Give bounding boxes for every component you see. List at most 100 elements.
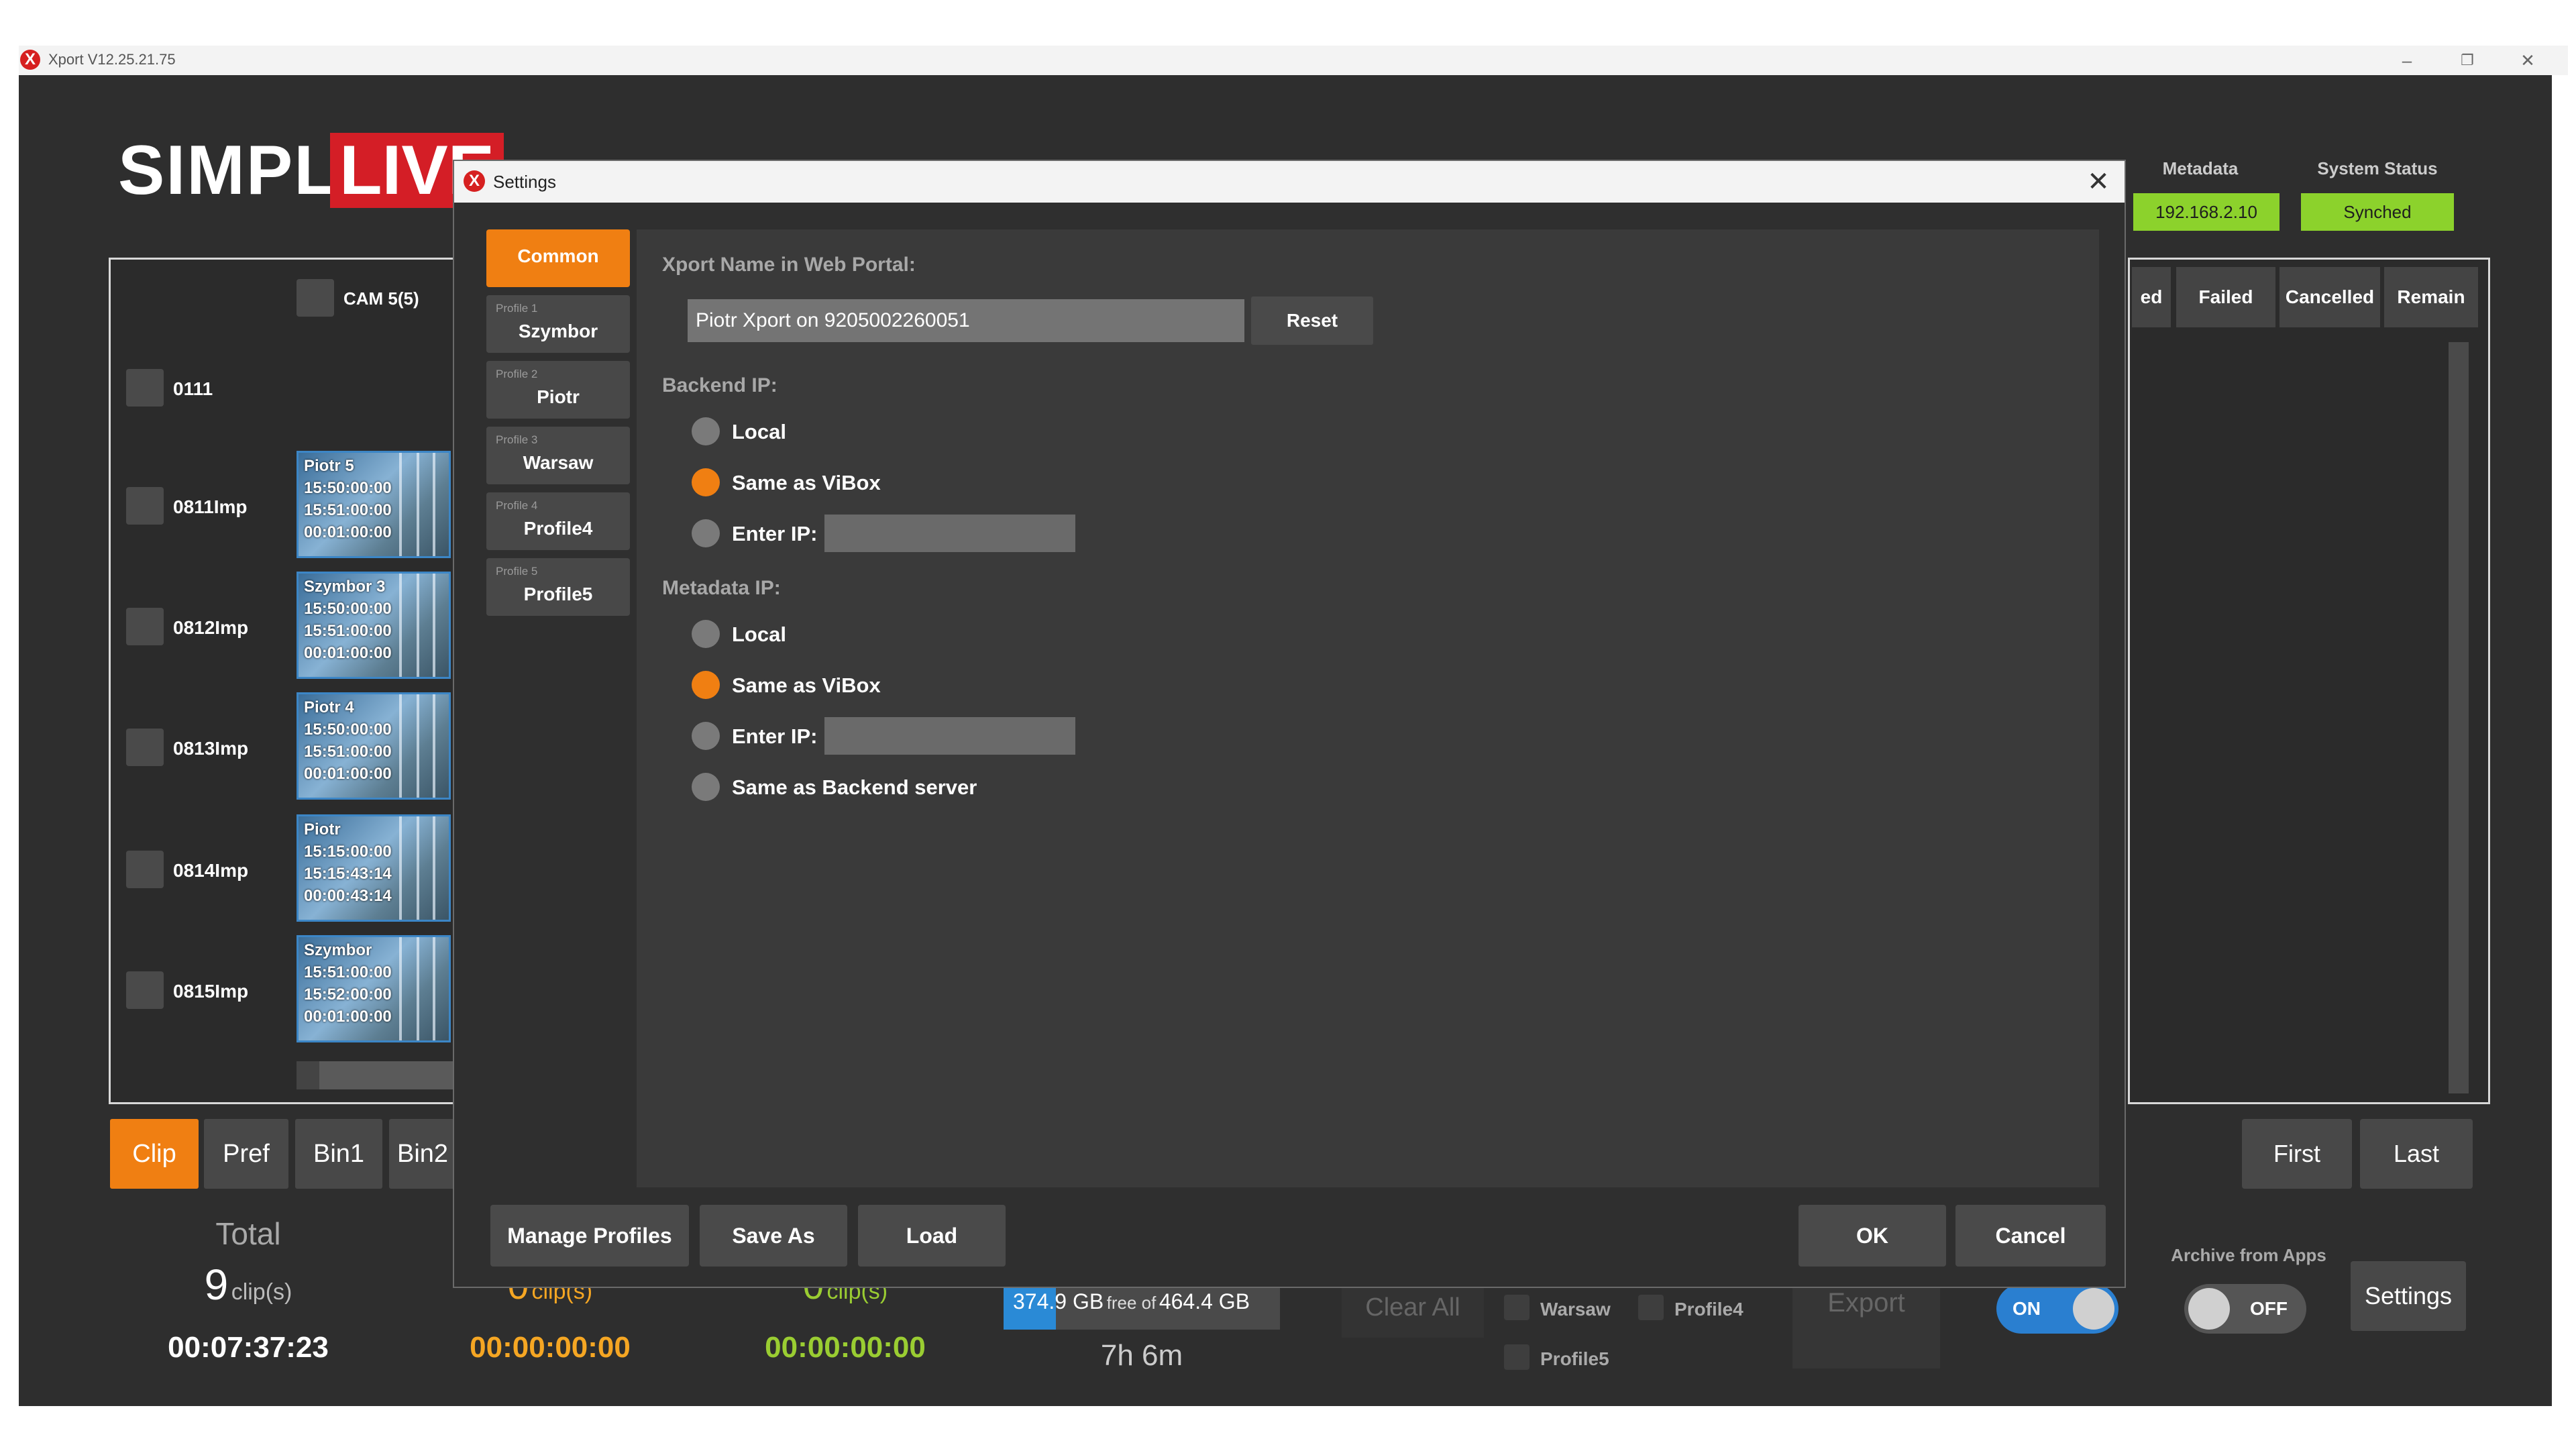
row-label: 0111: [173, 378, 213, 399]
profile-tab-name: Warsaw: [523, 452, 594, 473]
row-checkbox[interactable]: [126, 851, 164, 888]
clip-thumbnail[interactable]: Piotr 4 15:50:00:00 15:51:00:00 00:01:00:00: [297, 692, 451, 800]
clip-thumbnail[interactable]: Szymbor 3 15:50:00:00 15:51:00:00 00:01:00:…: [297, 572, 451, 679]
xport-name-input[interactable]: [688, 299, 1244, 342]
system-status-badge: Synched: [2301, 193, 2454, 231]
tab-clip[interactable]: Clip: [110, 1119, 199, 1189]
storage-text: 374.9 GB free of 464.4 GB: [1013, 1289, 1250, 1314]
row-label: 0813Imp: [173, 738, 249, 759]
storage-total: 464.4 GB: [1159, 1289, 1250, 1313]
clip-thumbnail[interactable]: Szymbor 15:51:00:00 15:52:00:00 00:01:00:00: [297, 935, 451, 1042]
export-on-toggle[interactable]: ON: [1996, 1284, 2118, 1334]
scroll-left-arrow-icon[interactable]: [297, 1061, 319, 1089]
row-checkbox[interactable]: [126, 729, 164, 766]
xport-logo-icon: X: [20, 50, 40, 70]
metadata-ip-label: Metadata IP:: [662, 577, 781, 599]
clip-dur: 00:01:00:00: [304, 1008, 392, 1026]
profile-tab-profile5[interactable]: Profile 5 Profile5: [486, 558, 630, 616]
storage-time-remaining: 7h 6m: [1100, 1339, 1183, 1372]
metadata-ip-option-label: Enter IP:: [732, 724, 818, 748]
thumbnail-image-detail: [433, 453, 435, 556]
thumbnail-image-detail: [433, 937, 435, 1040]
settings-button[interactable]: Settings: [2351, 1261, 2466, 1331]
last-button[interactable]: Last: [2360, 1119, 2473, 1189]
metadata-ip-radio[interactable]: [692, 671, 720, 699]
metadata-ip-option-label: Same as Backend server: [732, 775, 977, 799]
metadata-ip-radio[interactable]: [692, 722, 720, 750]
profile5-checkbox[interactable]: [1504, 1344, 1529, 1370]
close-dialog-button[interactable]: ✕: [2082, 165, 2115, 199]
settings-dialog: X Settings ✕ Common Profile 1 Szymbor Profi…: [453, 160, 2126, 1288]
first-button[interactable]: First: [2242, 1119, 2352, 1189]
archive-from-apps-label: Archive from Apps: [2171, 1245, 2326, 1265]
total-count-unit: clip(s): [231, 1279, 292, 1305]
backend-ip-option-label: Enter IP:: [732, 522, 818, 545]
total-label: Total: [215, 1216, 281, 1251]
total-count: 9: [204, 1260, 229, 1309]
dialog-title-bar: X Settings ✕: [454, 161, 2125, 203]
toggle-on-label: ON: [2012, 1298, 2041, 1319]
restore-button[interactable]: ❐: [2447, 47, 2487, 74]
row-checkbox[interactable]: [126, 971, 164, 1009]
clip-name: Piotr 4: [304, 698, 354, 716]
minimize-button[interactable]: –: [2387, 47, 2427, 74]
cancel-button[interactable]: Cancel: [1955, 1205, 2106, 1267]
camera-checkbox[interactable]: [297, 279, 334, 317]
window-title: Xport V12.25.21.75: [48, 51, 176, 68]
clip-out: 15:15:43:14: [304, 865, 392, 883]
backend-ip-option-label: Local: [732, 420, 786, 443]
total-count-line: 9 clip(s): [134, 1260, 362, 1309]
profile4-checkbox[interactable]: [1638, 1295, 1664, 1320]
clip-out: 15:51:00:00: [304, 743, 392, 761]
metadata-ip-ip-input[interactable]: [824, 717, 1075, 755]
manage-profiles-button[interactable]: Manage Profiles: [490, 1205, 689, 1267]
warsaw-checkbox[interactable]: [1504, 1295, 1529, 1320]
save-as-button[interactable]: Save As: [700, 1205, 847, 1267]
profile-tab-number: Profile 2: [496, 368, 538, 380]
backend-ip-radio[interactable]: [692, 519, 720, 547]
clip-in: 15:50:00:00: [304, 600, 392, 618]
window-title-bar: X Xport V12.25.21.75 – ❐ ✕: [19, 46, 2568, 75]
profile-tab-piotr[interactable]: Profile 2 Piotr: [486, 361, 630, 419]
profile-tab-warsaw[interactable]: Profile 3 Warsaw: [486, 427, 630, 484]
storage-free-of: free of: [1106, 1293, 1157, 1313]
reset-button[interactable]: Reset: [1251, 297, 1373, 345]
vertical-scrollbar[interactable]: [2449, 342, 2469, 1093]
thumbnail-image-detail: [417, 937, 419, 1040]
profile-tab-number: Profile 1: [496, 302, 538, 315]
tab-bin2[interactable]: Bin2: [389, 1119, 456, 1189]
close-window-button[interactable]: ✕: [2508, 47, 2548, 74]
metadata-ip-radio[interactable]: [692, 620, 720, 648]
row-checkbox[interactable]: [126, 369, 164, 407]
row-checkbox[interactable]: [126, 487, 164, 525]
export-button[interactable]: Export: [1792, 1277, 1940, 1368]
backend-ip-radio[interactable]: [692, 468, 720, 496]
thumbnail-image-detail: [399, 937, 402, 1040]
clip-dur: 00:00:43:14: [304, 887, 392, 905]
tab-bin1[interactable]: Bin1: [295, 1119, 382, 1189]
row-checkbox[interactable]: [126, 608, 164, 645]
profile-tab-name: Piotr: [537, 386, 580, 407]
clip-in: 15:51:00:00: [304, 963, 392, 981]
clip-thumbnail[interactable]: Piotr 15:15:00:00 15:15:43:14 00:00:43:14: [297, 814, 451, 922]
ok-button[interactable]: OK: [1799, 1205, 1946, 1267]
backend-ip-radio[interactable]: [692, 417, 720, 445]
thumbnail-image-detail: [399, 816, 402, 920]
profile-tab-profile4[interactable]: Profile 4 Profile4: [486, 492, 630, 550]
metadata-ip-radio[interactable]: [692, 773, 720, 801]
thumbnail-image-detail: [417, 694, 419, 798]
clip-panel-scrollbar[interactable]: [297, 1061, 458, 1089]
clip-name: Szymbor: [304, 941, 372, 959]
profile4-checkbox-label: Profile4: [1674, 1299, 1743, 1320]
backend-ip-ip-input[interactable]: [824, 515, 1075, 552]
metadata-label: Metadata: [2162, 158, 2239, 178]
column-header-failed: Failed: [2176, 267, 2275, 327]
thumbnail-image-detail: [417, 574, 419, 677]
profile-tab-szymbor[interactable]: Profile 1 Szymbor: [486, 295, 630, 353]
profile-tab-common[interactable]: Common: [486, 229, 630, 287]
thumbnail-image-detail: [417, 816, 419, 920]
load-button[interactable]: Load: [858, 1205, 1006, 1267]
clip-thumbnail[interactable]: Piotr 5 15:50:00:00 15:51:00:00 00:01:00:00: [297, 451, 451, 558]
tab-pref[interactable]: Pref: [204, 1119, 288, 1189]
archive-from-apps-toggle[interactable]: OFF: [2184, 1284, 2306, 1334]
